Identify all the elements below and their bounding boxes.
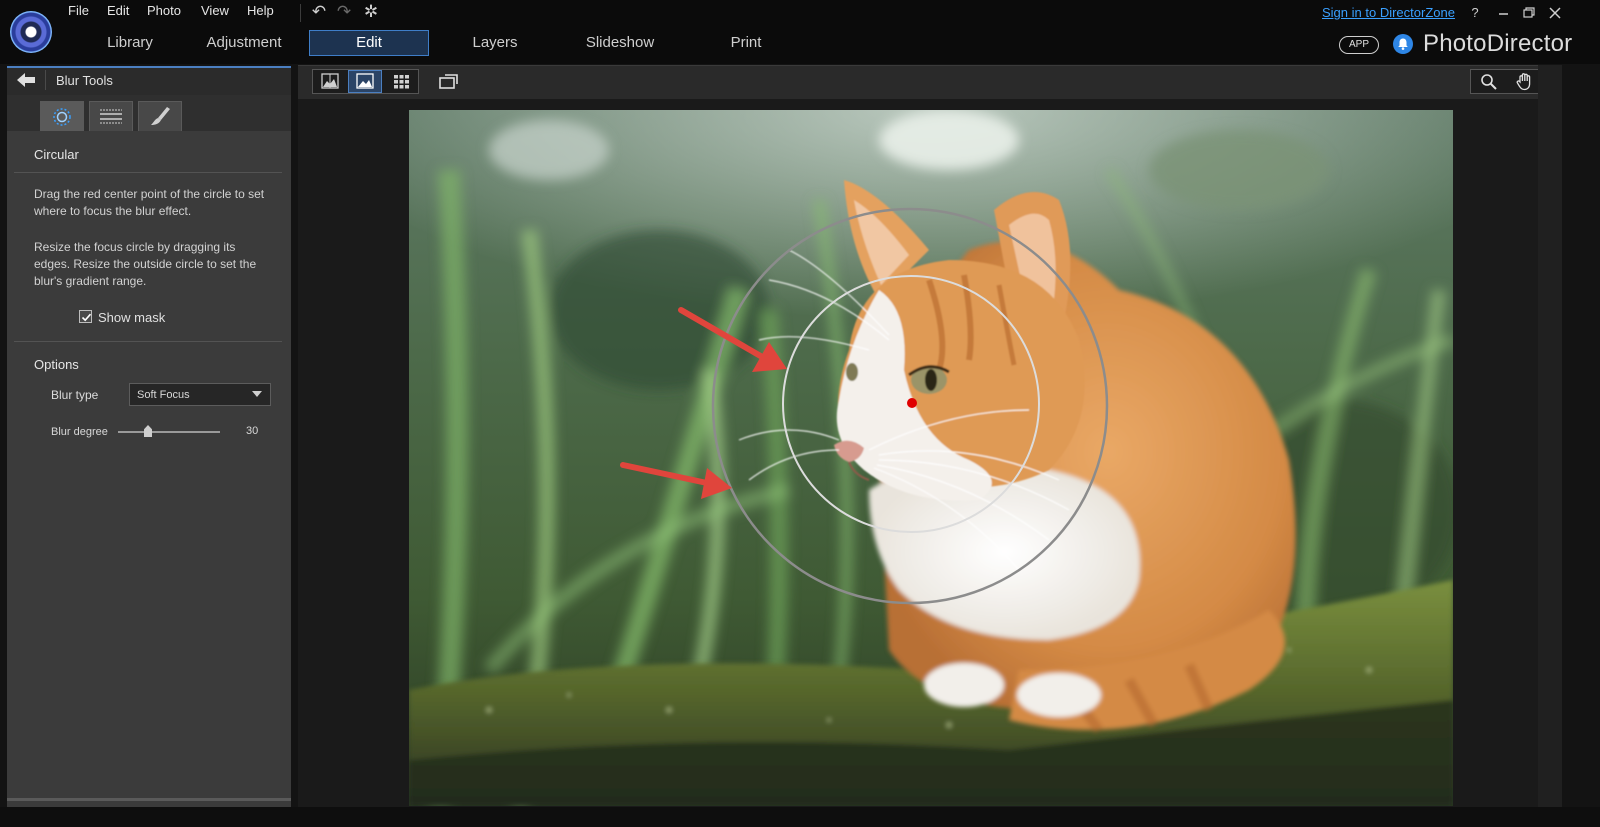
hand-icon (1516, 73, 1531, 91)
show-mask-checkbox[interactable] (79, 310, 92, 323)
instruction-text-2: Resize the focus circle by dragging its … (34, 240, 257, 288)
back-arrow-icon[interactable] (14, 70, 40, 92)
panel-scroll-edge (7, 798, 291, 801)
left-footer (0, 807, 291, 827)
pan-tool-button[interactable] (1509, 70, 1541, 93)
photo-canvas[interactable] (409, 110, 1453, 806)
header-divider (45, 70, 46, 90)
app-logo-icon (10, 11, 52, 53)
linear-blur-tab[interactable] (89, 101, 133, 131)
tab-slideshow[interactable]: Slideshow (575, 30, 665, 56)
brush-blur-tab[interactable] (138, 101, 182, 131)
magnifier-icon (1481, 74, 1497, 90)
show-mask-label[interactable]: Show mask (98, 310, 165, 325)
menu-edit[interactable]: Edit (107, 3, 129, 19)
redo-icon[interactable]: ↷ (334, 2, 354, 22)
instruction-text-1: Drag the red center point of the circle … (34, 187, 265, 218)
menu-file[interactable]: File (68, 3, 89, 19)
linear-blur-icon (100, 109, 122, 124)
compare-view-icon (321, 73, 339, 89)
blur-type-label: Blur type (51, 388, 99, 402)
brand-name: PhotoDirector (1423, 30, 1573, 57)
right-panel-strip (1538, 65, 1562, 807)
focus-center-point (907, 398, 917, 408)
section-divider (14, 172, 282, 173)
circular-blur-tab[interactable] (40, 101, 84, 131)
blur-degree-value: 30 (246, 425, 259, 437)
panel-header (7, 66, 291, 95)
tab-print[interactable]: Print (715, 30, 777, 56)
undo-icon[interactable]: ↶ (309, 2, 329, 22)
signin-link[interactable]: Sign in to DirectorZone (1322, 5, 1455, 20)
section-divider (14, 341, 282, 342)
brush-icon (151, 107, 170, 125)
cat-photo (409, 110, 1453, 806)
menu-photo[interactable]: Photo (147, 3, 181, 19)
options-section-title: Options (34, 357, 79, 372)
blur-degree-label: Blur degree (51, 426, 108, 438)
status-footer (291, 807, 1600, 827)
notification-bell-icon[interactable] (1393, 34, 1413, 54)
restore-icon[interactable] (1519, 3, 1539, 23)
circular-section-title: Circular (34, 147, 79, 162)
tab-layers[interactable]: Layers (455, 30, 535, 56)
tab-library[interactable]: Library (60, 30, 200, 56)
grid-view-button[interactable] (384, 70, 418, 93)
tab-edit[interactable]: Edit (309, 30, 429, 56)
app-badge[interactable]: APP (1339, 36, 1379, 54)
compare-view-button[interactable] (313, 70, 347, 93)
blur-degree-slider[interactable] (118, 431, 220, 433)
circular-blur-icon (53, 108, 71, 126)
view-toolbar (298, 65, 1538, 99)
single-view-button[interactable] (348, 70, 382, 93)
chevron-down-icon[interactable] (252, 391, 262, 397)
rotate-view-icon[interactable] (437, 70, 461, 92)
close-icon[interactable] (1545, 3, 1565, 23)
single-view-icon (356, 73, 374, 89)
zoom-tool-button[interactable] (1473, 70, 1505, 93)
settings-gear-icon[interactable]: ✲ (361, 2, 381, 22)
blur-type-value: Soft Focus (137, 389, 190, 401)
menu-divider (300, 4, 301, 22)
panel-title: Blur Tools (56, 73, 113, 88)
menu-help[interactable]: Help (247, 3, 274, 19)
grid-view-icon (394, 75, 409, 89)
tab-adjustment[interactable]: Adjustment (190, 30, 298, 56)
menu-view[interactable]: View (201, 3, 229, 19)
help-button[interactable]: ? (1465, 3, 1485, 23)
minimize-icon[interactable] (1494, 3, 1514, 23)
